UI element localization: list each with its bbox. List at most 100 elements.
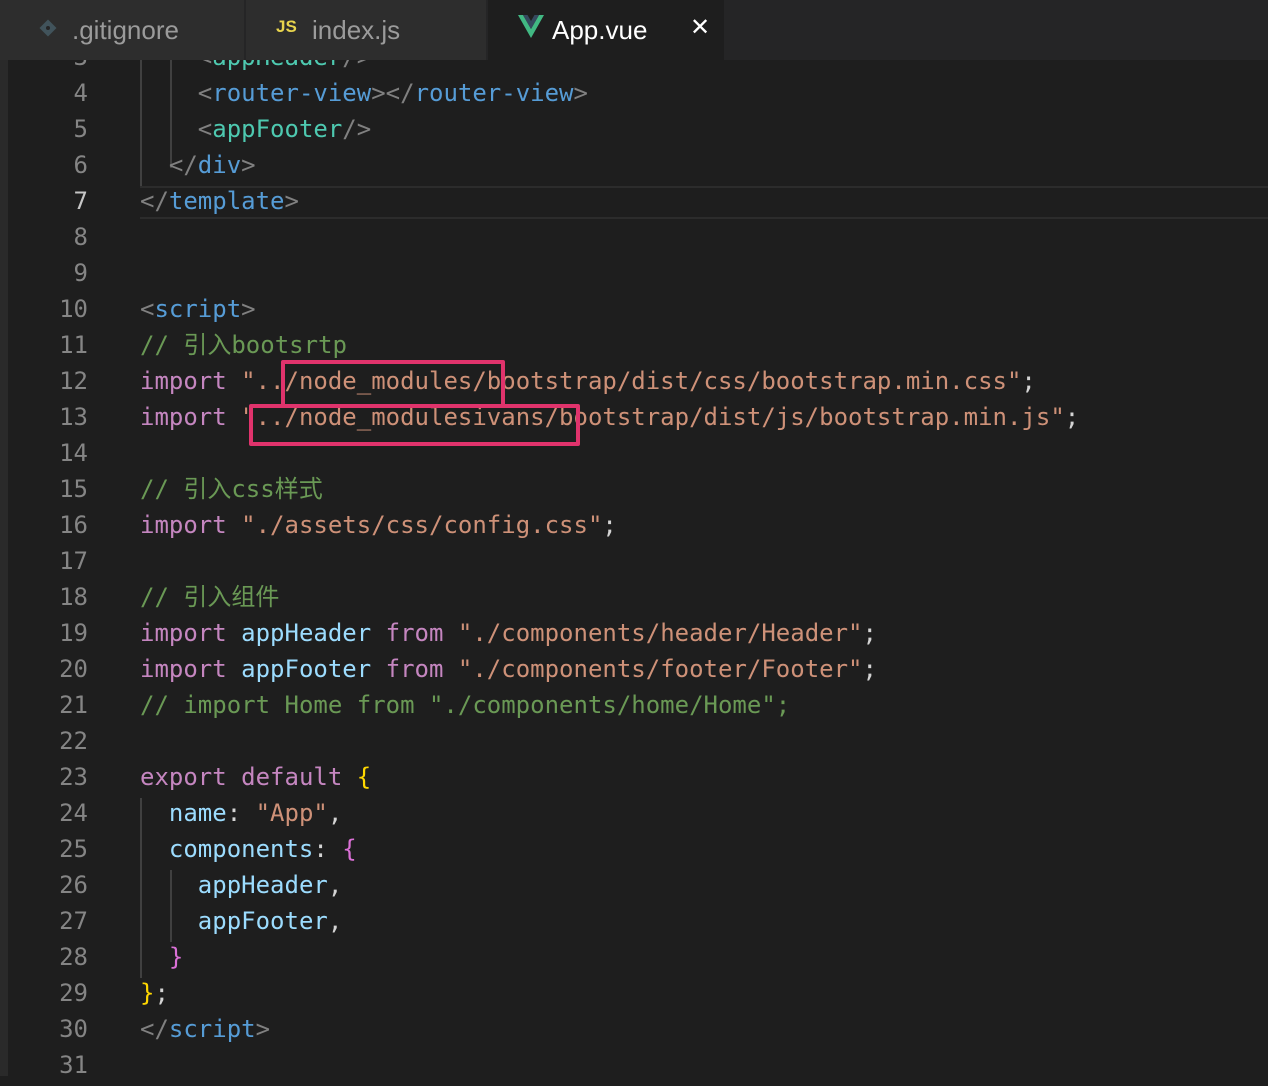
line-number: 22 — [59, 727, 88, 755]
code-token: import — [140, 511, 227, 539]
code-token: router-view — [414, 79, 574, 107]
editor-left-edge — [0, 60, 8, 1086]
code-token: { — [356, 763, 372, 791]
code-token: appHeader — [241, 619, 372, 647]
tab-label: .gitignore — [72, 14, 179, 45]
code-line[interactable]: // 引入bootsrtp — [140, 327, 347, 363]
tab-label: App.vue — [552, 14, 648, 45]
code-token: template — [168, 187, 285, 215]
code-line[interactable]: <appHeader/> — [198, 60, 371, 75]
line-number: 16 — [59, 511, 88, 539]
line-number: 29 — [59, 979, 88, 1007]
line-number: 26 — [59, 871, 88, 899]
code-token: import — [140, 367, 227, 395]
line-number: 18 — [59, 583, 88, 611]
tab-index-js[interactable]: JS index.js — [246, 0, 486, 60]
code-line[interactable]: <script> — [140, 291, 256, 327]
line-number: 28 — [59, 943, 88, 971]
code-line[interactable]: appHeader, — [198, 867, 343, 903]
tab-label: index.js — [312, 14, 401, 45]
code-line[interactable]: <appFooter/> — [198, 111, 371, 147]
line-number: 5 — [73, 115, 88, 143]
code-token: script — [154, 295, 242, 323]
code-token: appHeader — [197, 871, 328, 899]
line-number: 27 — [59, 907, 88, 935]
code-token: appFooter — [197, 907, 328, 935]
line-number: 11 — [59, 331, 88, 359]
code-line[interactable]: import appHeader from "./components/head… — [140, 615, 877, 651]
code-token: appFooter — [241, 655, 372, 683]
line-number: 23 — [59, 763, 88, 791]
code-token: > — [573, 79, 588, 107]
vue-icon — [518, 15, 544, 43]
code-token: default — [241, 763, 343, 791]
code-line[interactable]: appFooter, — [198, 903, 343, 939]
code-token: // 引入组件 — [140, 583, 280, 611]
code-token: appHeader — [212, 60, 342, 71]
code-token: // import Home from "./components/home/H… — [140, 691, 791, 719]
code-line[interactable]: </script> — [140, 1011, 270, 1047]
code-token: components — [168, 835, 314, 863]
line-number: 19 — [59, 619, 88, 647]
code-token: /> — [342, 60, 371, 71]
line-number: 12 — [59, 367, 88, 395]
code-editor[interactable]: 3 4 5 6 7 8 9 10 11 12 13 14 15 16 17 18 19 20 21 22 23 24 25 2… — [0, 60, 1268, 1086]
code-line[interactable]: import "../node_modules/bootstrap/dist/c… — [140, 363, 1036, 399]
code-line[interactable]: } — [169, 939, 183, 975]
code-token: "./components/header/Header" — [457, 619, 863, 647]
indent-guide — [140, 60, 142, 188]
line-number: 3 — [30, 60, 88, 75]
code-token: from — [385, 619, 444, 647]
code-line[interactable]: export default { — [140, 759, 371, 795]
code-token: } — [168, 943, 184, 971]
tab-app-vue[interactable]: App.vue ✕ — [488, 0, 724, 60]
git-icon — [38, 18, 58, 42]
code-line[interactable]: // 引入css样式 — [140, 471, 323, 507]
code-line[interactable]: components: { — [169, 831, 357, 867]
code-line[interactable]: <router-view></router-view> — [198, 75, 588, 111]
line-number: 6 — [73, 151, 88, 179]
code-token: import — [140, 655, 227, 683]
code-line[interactable]: }; — [140, 975, 169, 1011]
code-token: // 引入bootsrtp — [140, 331, 347, 359]
code-token: ; — [1064, 403, 1080, 431]
code-token: "./assets/css/config.css" — [241, 511, 603, 539]
code-token: ; — [602, 511, 617, 539]
close-tab-icon[interactable]: ✕ — [690, 13, 710, 41]
line-number: 13 — [59, 403, 88, 431]
code-line[interactable]: </div> — [169, 147, 256, 183]
code-token: > — [241, 295, 256, 323]
line-number: 25 — [59, 835, 88, 863]
code-line[interactable]: name: "App", — [169, 795, 342, 831]
code-token: < — [198, 60, 212, 71]
code-token: : — [226, 799, 256, 827]
code-token: ; — [154, 979, 169, 1007]
current-line-border-bottom — [140, 217, 1268, 219]
line-number: 9 — [73, 259, 88, 287]
code-token: "App" — [255, 799, 328, 827]
code-token: name — [168, 799, 227, 827]
line-number: 10 — [59, 295, 88, 323]
code-line[interactable]: // import Home from "./components/home/H… — [140, 687, 790, 723]
code-token: ></ — [371, 79, 415, 107]
code-line[interactable]: import "./assets/css/config.css"; — [140, 507, 617, 543]
tab-gitignore[interactable]: .gitignore — [8, 0, 244, 60]
code-line[interactable]: // 引入组件 — [140, 579, 279, 615]
code-token: , — [327, 871, 343, 899]
code-token: import — [140, 619, 227, 647]
js-icon: JS — [276, 17, 297, 36]
code-token: /> — [342, 115, 372, 143]
code-token: < — [197, 115, 213, 143]
code-token: </ — [140, 187, 169, 215]
code-line[interactable]: </template> — [140, 183, 299, 219]
code-line[interactable]: import appFooter from "./components/foot… — [140, 651, 877, 687]
code-token: > — [255, 1015, 271, 1043]
